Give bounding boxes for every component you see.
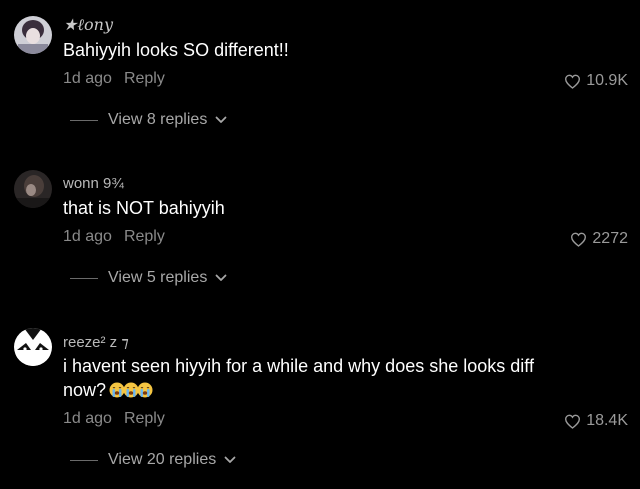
comment-timestamp: 1d ago [63, 228, 112, 245]
heart-outline-icon [565, 414, 581, 429]
like-count: 2272 [592, 230, 628, 247]
comment-timestamp: 1d ago [63, 70, 112, 87]
comment-meta: 1d ago Reply [63, 410, 165, 428]
chevron-down-icon [215, 116, 227, 123]
loudly-crying-face-emoji [137, 380, 153, 398]
avatar[interactable] [14, 328, 52, 366]
view-replies-button[interactable]: View 5 replies [70, 269, 227, 287]
view-replies-label: View 5 replies [108, 269, 208, 286]
comment-timestamp: 1d ago [63, 410, 112, 427]
like-button[interactable]: 2272 [570, 230, 628, 248]
comment-text: i havent seen hiyyih for a while and why… [63, 354, 543, 402]
comment-text: that is NOT bahiyyih [63, 198, 225, 218]
comment-username[interactable]: wonn 9¾ [63, 175, 124, 192]
comment-username[interactable]: reeze² z ⁊ [63, 333, 129, 351]
like-count: 18.4K [586, 412, 628, 429]
reply-button[interactable]: Reply [124, 70, 165, 87]
comment-meta: 1d ago Reply [63, 70, 165, 88]
divider-line [70, 277, 98, 279]
like-button[interactable]: 10.9K [564, 72, 628, 90]
avatar[interactable] [14, 16, 52, 54]
avatar[interactable] [14, 170, 52, 208]
chevron-down-icon [215, 274, 227, 281]
like-count: 10.9K [586, 72, 628, 89]
like-button[interactable]: 18.4K [564, 412, 628, 430]
chevron-down-icon [224, 456, 236, 463]
view-replies-label: View 20 replies [108, 451, 217, 468]
divider-line [70, 119, 98, 121]
view-replies-button[interactable]: View 8 replies [70, 111, 227, 129]
comment-meta: 1d ago Reply [63, 228, 165, 246]
heart-outline-icon [571, 232, 587, 247]
reply-button[interactable]: Reply [124, 410, 165, 427]
comment-username[interactable]: ★ℓony [63, 15, 113, 35]
comment-text: Bahiyyih looks SO different!! [63, 40, 289, 60]
view-replies-label: View 8 replies [108, 111, 208, 128]
view-replies-button[interactable]: View 20 replies [70, 451, 236, 469]
reply-button[interactable]: Reply [124, 228, 165, 245]
heart-outline-icon [565, 74, 581, 89]
divider-line [70, 459, 98, 461]
